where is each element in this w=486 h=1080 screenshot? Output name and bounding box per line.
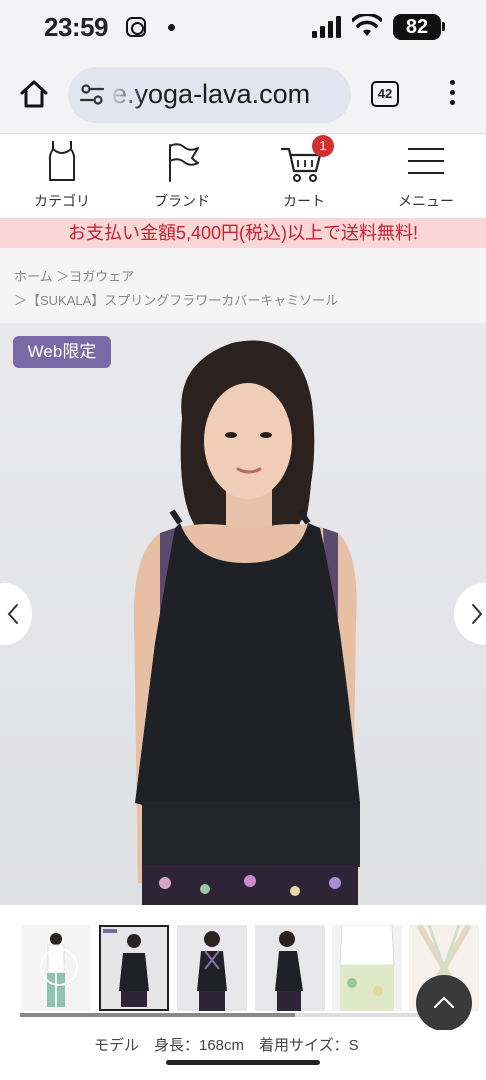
cart-count-badge: 1	[312, 135, 334, 157]
battery-tip	[442, 22, 445, 31]
free-shipping-banner[interactable]: お支払い金額5,400円(税込)以上で送料無料!	[0, 218, 486, 248]
nav-cart[interactable]: 1 カート	[254, 135, 354, 218]
chevron-right-icon	[472, 604, 483, 624]
tank-top-icon	[48, 141, 76, 181]
more-vertical-icon[interactable]	[446, 80, 458, 110]
home-indicator[interactable]	[166, 1060, 320, 1065]
thumbnail-1[interactable]	[21, 925, 91, 1011]
model-caption: モデル 身長：168cm 着用サイズ：S	[0, 1030, 486, 1080]
thumbnail-3[interactable]	[177, 925, 247, 1011]
breadcrumb-home-category[interactable]: ホーム ＞ヨガウェア	[14, 266, 134, 285]
chevron-left-icon	[7, 604, 18, 624]
tabs-icon[interactable]: 42	[371, 81, 399, 107]
site-nav: カテゴリ ブランド 1 カート メニュー	[0, 135, 486, 218]
thumbnail-scrollbar-thumb[interactable]	[20, 1013, 295, 1017]
thumbnail-4[interactable]	[255, 925, 325, 1011]
back-to-top-button[interactable]	[416, 975, 472, 1031]
carousel-next-button[interactable]	[454, 583, 486, 645]
status-bar: 23:59 82	[0, 0, 486, 56]
nav-category-label: カテゴリ	[34, 193, 90, 209]
thumbnail-4-image	[255, 925, 325, 1011]
nav-category[interactable]: カテゴリ	[12, 135, 112, 218]
site-settings-icon[interactable]	[80, 84, 104, 106]
thumbnail-1-image	[21, 925, 91, 1011]
model-caption-text: モデル 身長：168cm 着用サイズ：S	[94, 1037, 359, 1054]
nav-menu-label: メニュー	[398, 193, 454, 209]
thumbnail-scrollbar[interactable]	[20, 1013, 466, 1017]
wifi-icon	[352, 14, 382, 36]
nav-cart-label: カート	[283, 193, 325, 209]
chevron-up-icon	[433, 996, 455, 1009]
flag-icon	[169, 143, 199, 182]
thumbnail-strip	[0, 905, 486, 1020]
battery-icon: 82	[393, 14, 441, 40]
thumbnail-3-image	[177, 925, 247, 1011]
cellular-signal-icon	[312, 16, 341, 38]
web-exclusive-badge: Web限定	[13, 336, 111, 368]
breadcrumb-product: ＞【SUKALA】スプリングフラワーカバーキャミソール	[14, 293, 339, 308]
status-time: 23:59	[44, 12, 109, 42]
product-image-carousel[interactable]: Web限定	[0, 323, 486, 905]
nav-menu[interactable]: メニュー	[376, 135, 476, 218]
address-bar[interactable]: e.yoga-lava.com	[68, 67, 351, 123]
thumbnail-2[interactable]	[99, 925, 169, 1011]
url-fade	[108, 67, 144, 123]
thumbnail-2-image	[101, 927, 167, 1009]
notification-dot-icon	[168, 24, 175, 31]
nav-brand-label: ブランド	[154, 193, 210, 209]
nav-brand[interactable]: ブランド	[132, 135, 232, 218]
product-photo	[133, 340, 360, 905]
carousel-prev-button[interactable]	[0, 583, 32, 645]
thumbnail-5[interactable]	[332, 925, 402, 1011]
thumbnail-5-image	[332, 925, 402, 1011]
browser-toolbar: e.yoga-lava.com 42	[0, 56, 486, 134]
breadcrumb: ホーム ＞ヨガウェア ＞【SUKALA】スプリングフラワーカバーキャミソール	[0, 248, 486, 323]
hamburger-menu-icon	[408, 148, 444, 174]
home-icon[interactable]	[18, 78, 50, 110]
instagram-icon	[126, 17, 146, 37]
